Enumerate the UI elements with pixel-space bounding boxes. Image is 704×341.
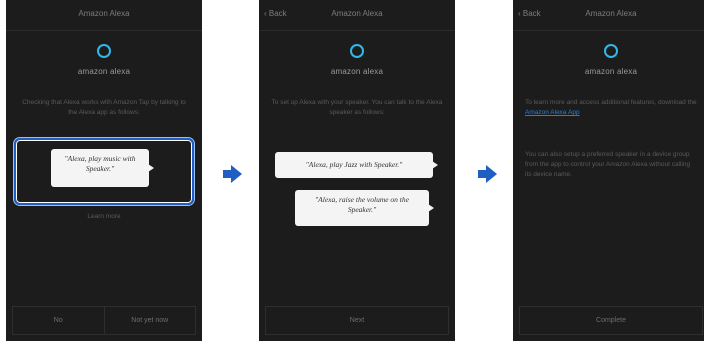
no-button[interactable]: No	[13, 307, 104, 334]
description: Checking that Alexa works with Amazon Ta…	[22, 99, 186, 116]
alexa-ring-icon	[604, 44, 618, 58]
top-bar: ‹ Back Amazon Alexa	[259, 0, 455, 31]
logo-text: amazon alexa	[330, 67, 384, 76]
speech-bubble: "Alexa, play music with Speaker."	[51, 149, 154, 187]
logo-text: amazon alexa	[584, 67, 638, 76]
alexa-app-link[interactable]: Amazon Alexa App	[525, 109, 580, 116]
alexa-ring-icon	[350, 44, 364, 58]
screen-1: Amazon Alexa amazon alexa Checking that …	[6, 0, 202, 341]
next-button[interactable]: Next	[266, 307, 448, 334]
screen-title: Amazon Alexa	[78, 9, 130, 18]
bottom-bar: No Not yet now	[12, 306, 196, 335]
speech-bubble: "Alexa, raise the volume on the Speaker.…	[295, 190, 434, 226]
alexa-logo: amazon alexa	[6, 44, 202, 76]
screen-title: Amazon Alexa	[585, 9, 637, 18]
description-secondary: You can also setup a preferred speaker i…	[525, 151, 691, 178]
learn-more-link[interactable]: Learn more	[6, 213, 202, 220]
screen-3: ‹ Back Amazon Alexa amazon alexa To lear…	[513, 0, 704, 341]
bottom-bar: Complete	[519, 306, 703, 335]
bottom-bar: Next	[265, 306, 449, 335]
alexa-ring-icon	[97, 44, 111, 58]
screen-2: ‹ Back Amazon Alexa amazon alexa To set …	[259, 0, 455, 341]
alexa-logo: amazon alexa	[259, 44, 455, 76]
speech-bubble: "Alexa, play Jazz with Speaker."	[275, 152, 438, 178]
top-bar: ‹ Back Amazon Alexa	[513, 0, 704, 31]
description-text: To learn more and access additional feat…	[525, 99, 697, 106]
logo-text: amazon alexa	[77, 67, 131, 76]
description: To set up Alexa with your speaker. You c…	[271, 99, 443, 116]
screen-title: Amazon Alexa	[331, 9, 383, 18]
arrow-right-icon	[223, 165, 242, 183]
not-yet-button[interactable]: Not yet now	[103, 307, 196, 334]
alexa-logo: amazon alexa	[513, 44, 704, 76]
arrow-right-icon	[478, 165, 497, 183]
description: To learn more and access additional feat…	[525, 98, 697, 118]
top-bar: Amazon Alexa	[6, 0, 202, 31]
complete-button[interactable]: Complete	[520, 307, 702, 334]
